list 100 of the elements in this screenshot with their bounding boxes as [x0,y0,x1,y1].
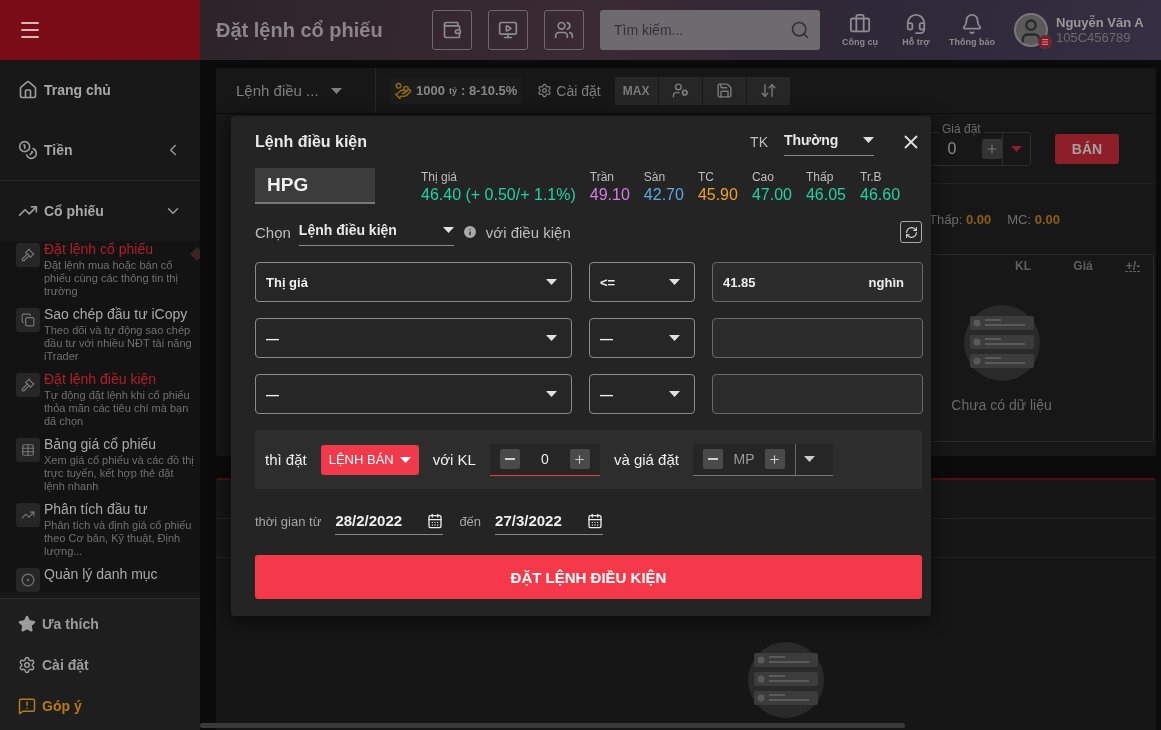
plus-button[interactable] [569,449,590,469]
sidebar-item[interactable]: Trang chủ [0,60,200,120]
settings-button[interactable]: Cài đặt [531,81,607,100]
operator-select[interactable]: — [589,318,695,358]
order-kind-select[interactable]: Lệnh điều kiện [298,218,454,246]
user-name: Nguyễn Văn A [1056,15,1144,30]
user-settings-button[interactable] [658,76,702,105]
search-bar[interactable]: Tìm kiếm... [600,10,820,50]
search-field[interactable]: Tìm kiếm... [612,21,790,39]
quote-label: Trần [589,170,615,184]
headset-icon [905,13,927,35]
symbol-field[interactable]: HPG [255,168,375,204]
submit-button[interactable]: ĐẶT LỆNH ĐIỀU KIỆN [255,555,922,599]
submenu-title: Quản lý danh mục [44,566,159,582]
order-side-select[interactable]: LỆNH BÁN [320,444,419,475]
submenu-item[interactable]: Đặt lệnh điều kiện Tự động đặt lệnh khi cổ phiếu thỏa mãn các tiêu chí mà bạn đã chọn [16,371,200,428]
info-icon[interactable] [461,224,478,240]
plus-icon [768,452,782,466]
price-board-button[interactable] [432,10,472,50]
submenu-description: Tự động đặt lệnh khi cổ phiếu thỏa mãn các tiêu chí mà bạn đã chọn [44,389,191,428]
sidebar-item[interactable]: Ưa thích [0,603,200,644]
save-icon [715,82,733,99]
date-field[interactable]: 27/3/2022 [495,507,604,535]
operator-select[interactable]: <= [589,262,695,302]
condition-field-select[interactable]: Thị giá [255,262,572,302]
header-tool-button[interactable]: Thông báo [944,13,1000,47]
header-tool-button[interactable]: Công cụ [832,13,888,47]
condition-value-field[interactable] [712,318,923,358]
stat-text: MC: 0.00 [1007,211,1060,227]
calendar-icon [587,512,604,529]
scrollbar[interactable] [200,723,905,728]
from-label: thời gian từ [255,513,322,529]
account-select[interactable]: Thường [784,128,874,156]
submenu-description: Đặt lệnh mua hoặc bán cổ phiếu cùng các thông tin thị trường [44,259,179,298]
swap-button[interactable] [746,76,790,105]
minus-button[interactable] [499,449,520,469]
caret-icon [669,391,680,397]
caret-icon [669,335,680,341]
header-tool-button[interactable]: Hỗ trợ [888,13,944,47]
plus-button[interactable] [764,449,785,469]
caret-icon [546,279,557,285]
margin-info: 1000 tỷ : 8-10.5% [390,77,522,104]
order-type-select[interactable]: Lệnh điều ... [216,68,376,113]
sidebar-item[interactable]: Cài đặt [0,644,200,685]
caret-icon [863,136,874,143]
quote-value: 49.10 [589,186,630,204]
submenu-title: Sao chép đầu tư iCopy [44,306,189,322]
column-header: Giá [1072,259,1094,273]
caret-icon [669,279,680,285]
submenu-item[interactable]: Phân tích đầu tư Phân tích và định giá cổ phiếu theo Cơ bản, Kỹ thuật, Định lượng... [16,501,200,558]
condition-value-field[interactable] [712,374,923,414]
quote-value: 42.70 [643,186,684,204]
caret-icon [546,335,557,341]
choose-label: Chọn [255,223,291,241]
sidebar-item[interactable]: Cổ phiếu [0,181,200,241]
stat-text: Thấp: 0.00 [929,211,992,227]
save-button[interactable] [702,76,746,105]
trend-chart-icon [16,503,40,527]
copy-icon [16,308,40,332]
monitor-play-icon [498,20,518,40]
quote-value: 46.05 [805,186,846,204]
date-field[interactable]: 28/2/2022 [335,507,444,535]
submenu-item[interactable]: Sao chép đầu tư iCopy Theo dõi và tự động sao chép đầu tư với nhiều NĐT tài năng iTrader [16,306,200,363]
condition-field-select[interactable]: — [255,374,572,414]
refresh-button[interactable] [900,221,922,243]
gavel-icon [16,373,40,397]
condition-value-field[interactable]: 41.85 nghìn [712,262,923,302]
search-icon [790,20,810,40]
plus-icon [985,141,999,156]
wallet-icon [442,20,462,40]
empty-list-icon [963,305,1040,381]
quote-label: TC [697,170,715,184]
action-label: thì đặt [265,451,307,468]
copy-invest-button[interactable] [488,10,528,50]
community-button[interactable] [544,10,584,50]
quote-value: 47.00 [751,186,792,204]
quote-label: Cao [751,170,775,184]
to-label: đến [459,513,482,529]
submenu-title: Phân tích đầu tư [44,501,149,517]
sidebar-item[interactable]: Tiền [0,120,200,180]
account-label: TK [750,134,768,150]
minus-button[interactable] [702,449,723,469]
star-icon [18,614,36,633]
max-button[interactable]: MAX [614,76,658,105]
submenu-item[interactable]: Đặt lệnh cổ phiếu Đặt lệnh mua hoặc bán cổ phiếu cùng các thông tin thị trường [16,241,200,298]
column-header: +/- [1124,259,1142,273]
quantity-stepper[interactable]: 0 [489,443,600,476]
operator-select[interactable]: — [589,374,695,414]
condition-field-select[interactable]: — [255,318,572,358]
submenu-description: Phân tích và định giá cổ phiếu theo Cơ bản, Kỹ thuật, Định lượng... [44,519,193,558]
coins-icon [18,140,38,160]
quote-value: 45.90 [697,186,738,204]
quote-value: 46.40 (+ 0.50/+ 1.1%) [421,186,576,204]
user-gear-icon [671,82,689,99]
submenu-item[interactable]: Quản lý danh mục [16,566,200,592]
sidebar-item[interactable]: Góp ý [0,685,200,726]
quote-label: Thấp [805,170,835,184]
price-stepper[interactable]: MP [692,443,833,476]
submenu-item[interactable]: Bảng giá cổ phiếu Xem giá cổ phiếu và các đồ thị trực tuyến, kết hợp thẻ đặt lệnh nhanh [16,436,200,493]
account-number: 105C456789 [1056,30,1132,45]
